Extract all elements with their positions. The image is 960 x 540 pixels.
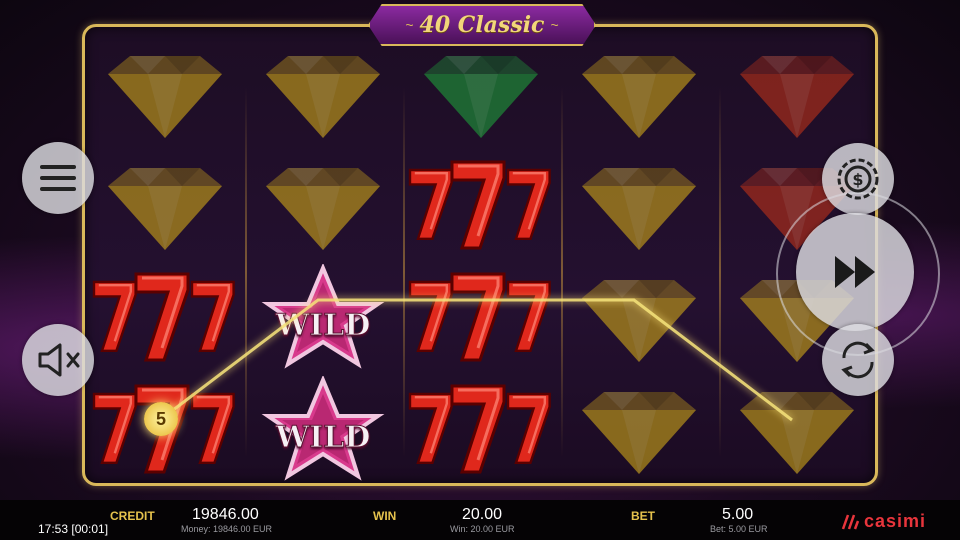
win-money-text: Win: 20.00 EUR xyxy=(450,524,515,534)
symbol-diamond-gold xyxy=(246,40,400,152)
win-line-number-badge: 5 xyxy=(144,402,178,436)
symbol-diamond-gold-graphic xyxy=(108,56,222,138)
wild-label: WILD xyxy=(275,308,371,344)
symbol-diamond-gold xyxy=(88,40,242,152)
credit-label: CREDIT xyxy=(110,509,155,523)
symbol-diamond-gold-graphic xyxy=(582,392,696,474)
bet-label: BET xyxy=(631,509,655,523)
symbol-seven xyxy=(88,264,242,376)
symbol-diamond-green-graphic xyxy=(424,56,538,138)
win-label: WIN xyxy=(373,509,397,523)
symbol-diamond-gold xyxy=(88,152,242,264)
menu-button[interactable] xyxy=(22,142,94,214)
symbol-diamond-gold-graphic xyxy=(582,280,696,362)
game-title-plate: ~ 40 Classic ~ xyxy=(368,4,596,46)
symbol-seven xyxy=(404,264,558,376)
coin-icon: $ xyxy=(837,158,879,200)
casimi-logo: casimi xyxy=(840,511,926,532)
symbol-seven-graphic xyxy=(92,272,235,362)
symbol-diamond-green xyxy=(404,40,558,152)
symbol-seven-graphic xyxy=(408,272,551,362)
bet-button[interactable]: $ xyxy=(822,143,894,215)
menu-icon xyxy=(40,165,76,191)
symbol-diamond-gold-graphic xyxy=(582,168,696,250)
symbol-diamond-gold-graphic xyxy=(266,56,380,138)
casimi-logo-mark xyxy=(841,514,860,529)
symbol-diamond-red xyxy=(720,40,874,152)
symbol-diamond-gold-graphic xyxy=(582,56,696,138)
symbol-diamond-red-graphic xyxy=(740,56,854,138)
symbol-seven xyxy=(404,376,558,488)
credit-value: 19846.00 xyxy=(192,506,259,523)
symbol-diamond-gold xyxy=(562,152,716,264)
brand-name: casimi xyxy=(864,511,927,531)
symbol-seven xyxy=(404,152,558,264)
sound-muted-icon xyxy=(38,343,80,377)
symbol-diamond-gold xyxy=(562,264,716,376)
svg-text:$: $ xyxy=(852,170,863,189)
symbol-diamond-gold-graphic xyxy=(266,168,380,250)
symbol-diamond-gold xyxy=(562,376,716,488)
session-clock: 17:53 [00:01] xyxy=(38,522,109,536)
bottom-status-bar: 17:53 [00:01] CREDIT 19846.00 Money: 198… xyxy=(0,500,960,540)
title-ornament-right: ~ xyxy=(550,17,559,33)
game-title: 40 Classic xyxy=(419,12,545,38)
symbol-seven-graphic xyxy=(408,384,551,474)
symbol-seven-graphic xyxy=(408,160,551,250)
spin-button[interactable] xyxy=(796,213,914,331)
credit-money-text: Money: 19846.00 EUR xyxy=(181,524,273,534)
win-value: 20.00 xyxy=(462,506,503,523)
wild-label: WILD xyxy=(275,420,371,456)
title-ornament-left: ~ xyxy=(405,17,414,33)
symbol-diamond-gold-graphic xyxy=(108,168,222,250)
symbol-wild: WILD xyxy=(246,376,400,488)
autoplay-button[interactable] xyxy=(822,324,894,396)
bet-value: 5.00 xyxy=(722,506,754,523)
symbol-diamond-gold xyxy=(246,152,400,264)
fast-forward-icon xyxy=(835,256,875,288)
symbol-wild: WILD xyxy=(246,264,400,376)
bet-money-text: Bet: 5.00 EUR xyxy=(710,524,768,534)
symbol-diamond-gold xyxy=(562,40,716,152)
autoplay-icon xyxy=(841,341,875,379)
sound-button[interactable] xyxy=(22,324,94,396)
